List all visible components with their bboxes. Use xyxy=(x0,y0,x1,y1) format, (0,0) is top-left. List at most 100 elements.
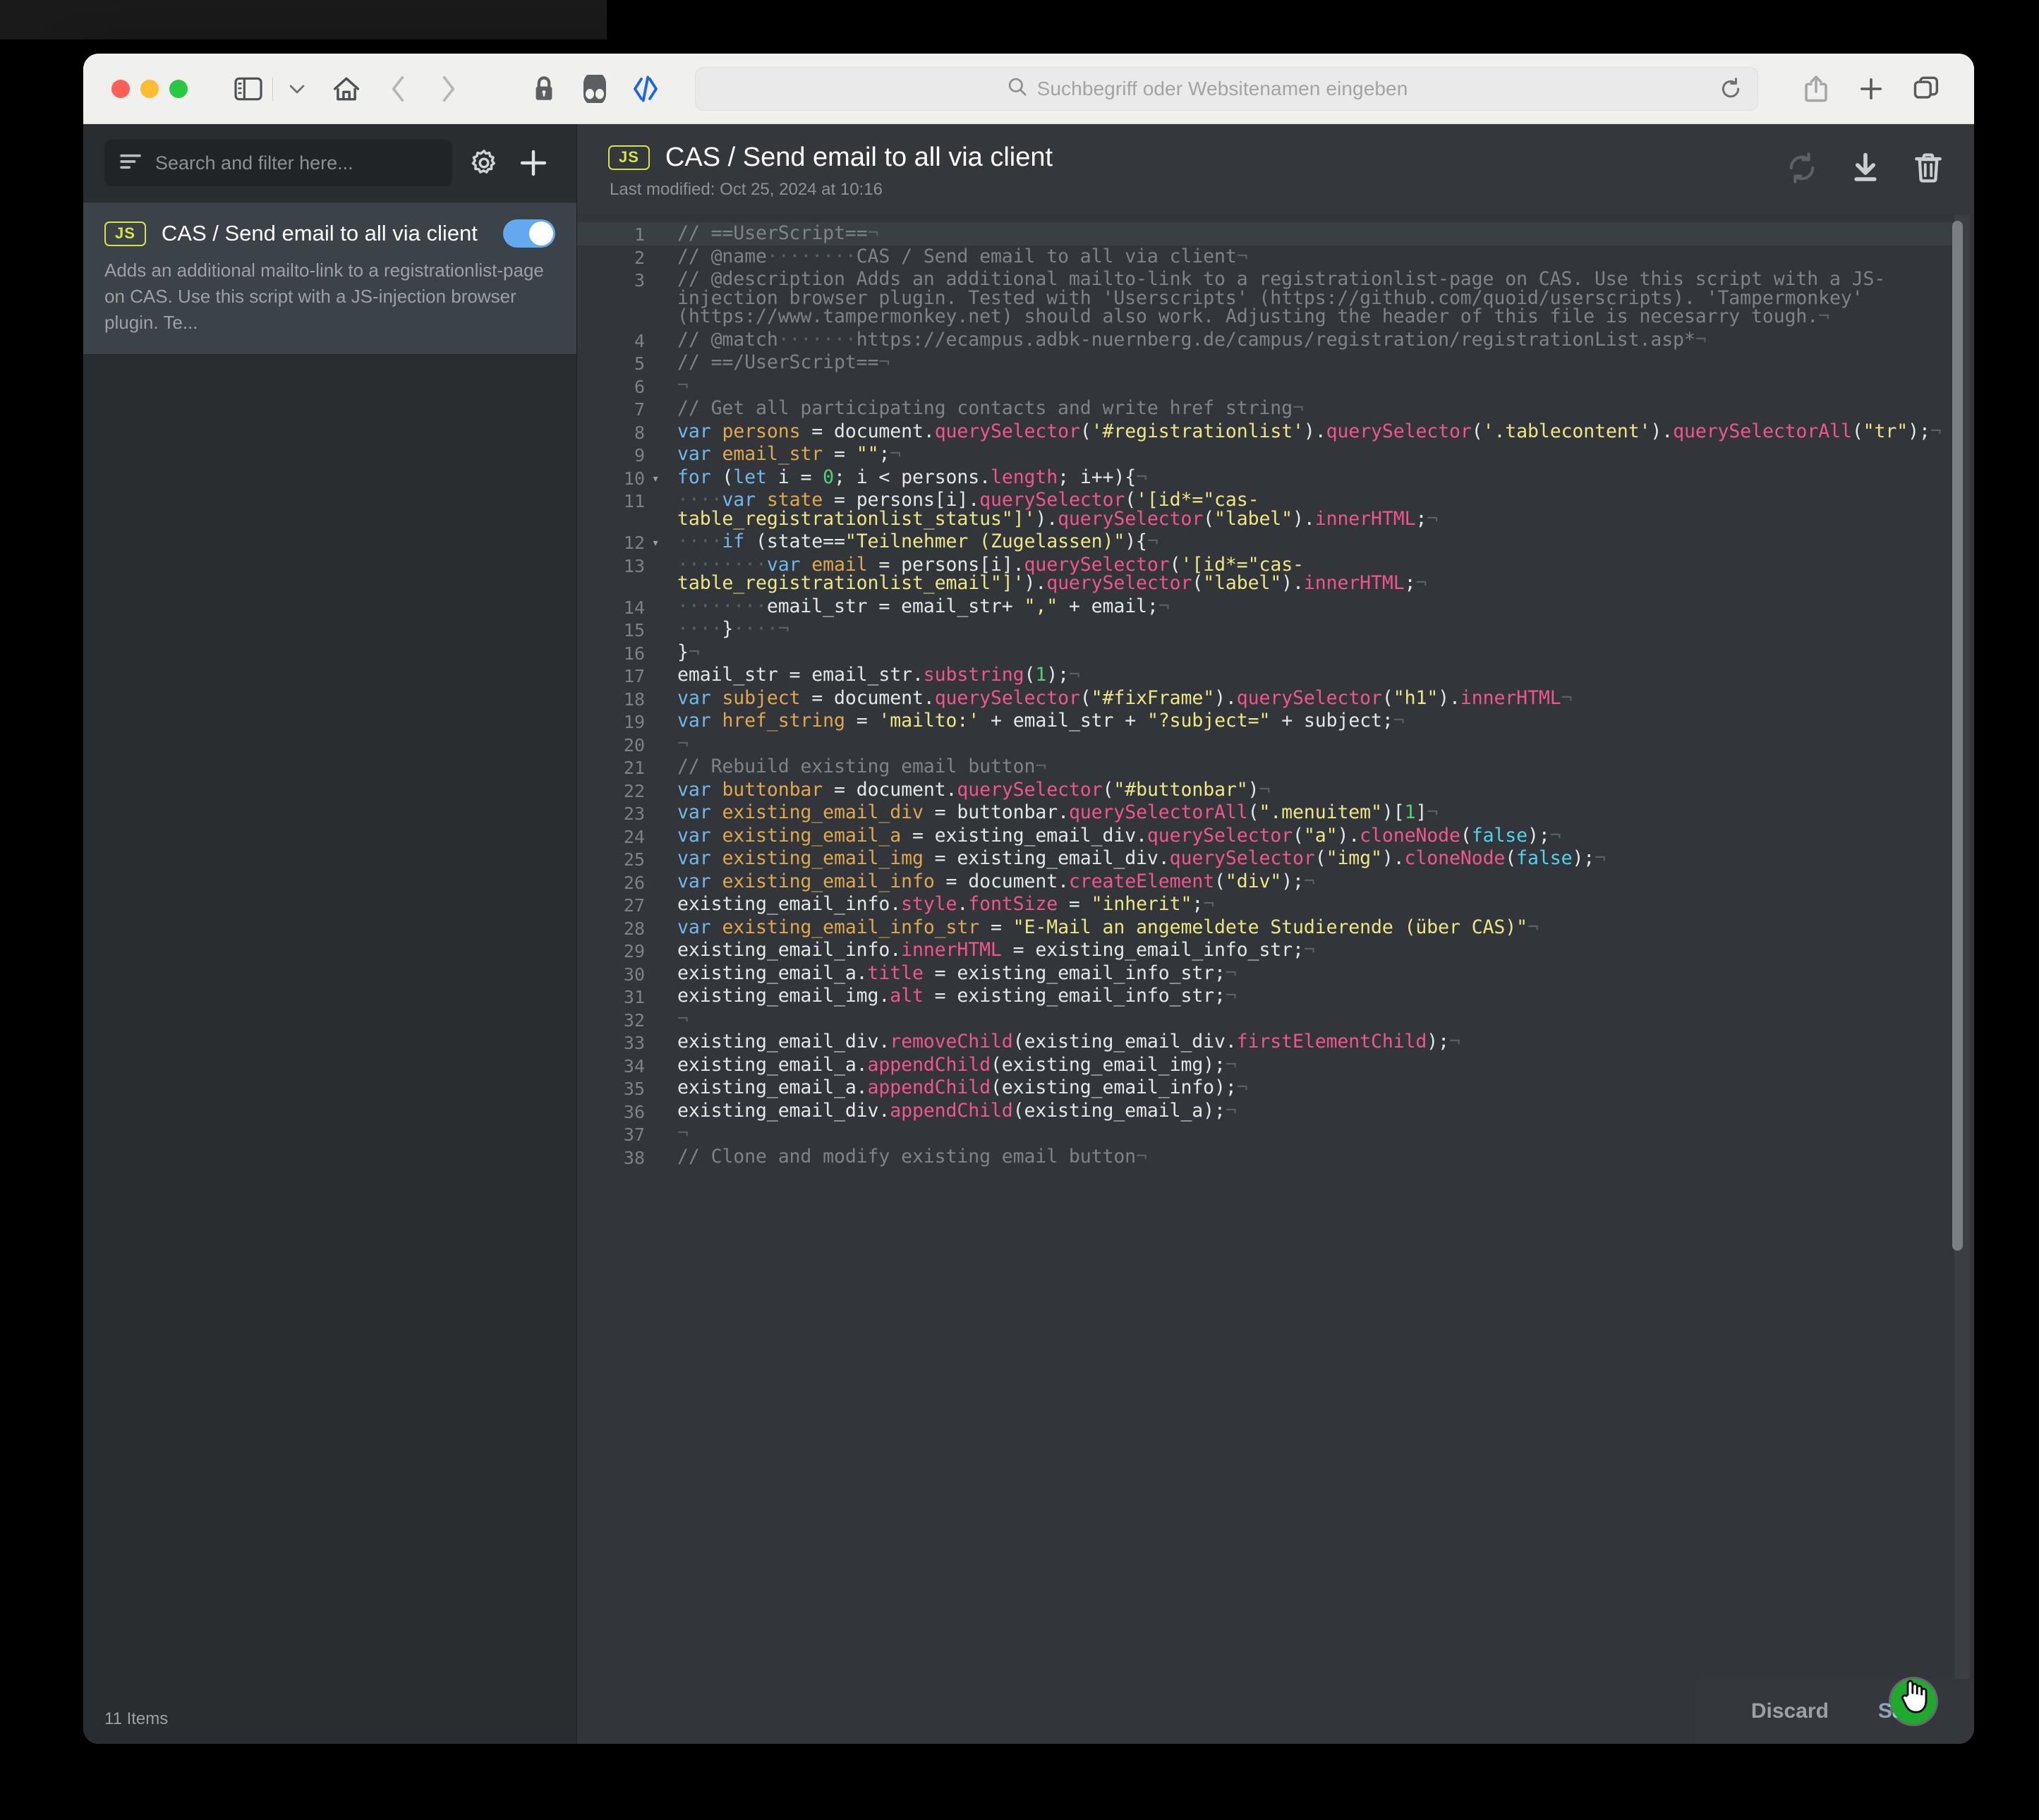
code-line-text: ····if (state=="Teilnehmer (Zugelassen)"… xyxy=(666,530,1954,554)
code-token: querySelectorAll xyxy=(1673,420,1852,442)
code-token: let xyxy=(733,466,767,488)
add-script-button[interactable] xyxy=(516,145,551,181)
line-number: 24 xyxy=(623,826,645,847)
extension-icon[interactable] xyxy=(575,69,615,109)
code-line-text: var existing_email_info_str = "E-Mail an… xyxy=(666,916,1954,940)
list-item[interactable]: JS CAS / Send email to all via client Ad… xyxy=(83,202,576,355)
code-token: email_str xyxy=(722,443,823,465)
code-line[interactable]: 15 ····}····¬ xyxy=(577,618,1954,641)
code-token: // ==/UserScript== xyxy=(677,351,879,373)
code-token: ( xyxy=(1102,778,1114,801)
code-token: existing_email_info_str xyxy=(722,916,980,938)
editor-scrollbar-thumb[interactable] xyxy=(1952,221,1963,1251)
code-line[interactable]: 1 // ==UserScript==¬ xyxy=(577,222,1954,245)
minimize-window-button[interactable] xyxy=(140,79,159,98)
code-editor[interactable]: 1// ==UserScript==¬ 2// @name········CAS … xyxy=(577,215,1954,1744)
code-token: ){ xyxy=(1125,530,1147,552)
gear-icon[interactable] xyxy=(466,145,502,181)
code-token: = existing_email_info_str; xyxy=(1001,939,1304,961)
share-icon[interactable] xyxy=(1796,69,1836,109)
code-line[interactable]: 6 ¬ xyxy=(577,375,1954,398)
code-line[interactable]: 8 var persons = document.querySelector('#… xyxy=(577,420,1954,444)
zoom-window-button[interactable] xyxy=(169,79,188,98)
plus-icon[interactable] xyxy=(1851,69,1891,109)
code-line[interactable]: 23 var existing_email_div = buttonbar.que… xyxy=(577,801,1954,825)
code-line[interactable]: 29 existing_email_info.innerHTML = existi… xyxy=(577,939,1954,962)
code-line[interactable]: 12 ▾ ····if (state=="Teilnehmer (Zugelasse… xyxy=(577,530,1954,554)
home-icon[interactable] xyxy=(327,69,366,109)
code-line[interactable]: 14 ········email_str = email_str+ "," + e… xyxy=(577,595,1954,619)
code-line[interactable]: 16}¬ xyxy=(577,641,1954,665)
lock-icon[interactable] xyxy=(524,69,564,109)
code-line[interactable]: 11 ····var state = persons[i].querySelect… xyxy=(577,489,1954,530)
address-bar-content: Suchbegriff oder Websitenamen eingeben xyxy=(696,77,1719,100)
code-token: existing_email_img xyxy=(722,847,924,869)
code-token: 'mailto:' xyxy=(878,710,980,732)
download-icon[interactable] xyxy=(1850,152,1881,187)
code-line[interactable]: 7 // Get all participating contacts and w… xyxy=(577,397,1954,420)
code-line[interactable]: 3 // @description Adds an additional mail… xyxy=(577,268,1954,329)
fold-arrow-icon[interactable]: ▾ xyxy=(645,530,666,550)
script-enabled-toggle[interactable] xyxy=(503,219,555,248)
content-pane: JS CAS / Send email to all via client La… xyxy=(577,124,1974,1744)
code-line[interactable]: 24 var existing_email_a = existing_email_… xyxy=(577,825,1954,848)
desktop-background xyxy=(0,0,607,40)
code-line[interactable]: 21 // Rebuild existing email button¬ xyxy=(577,756,1954,779)
code-line[interactable]: 10 ▾ for (let i = 0; i < persons.length; i… xyxy=(577,466,1954,490)
sync-icon[interactable] xyxy=(1786,152,1817,187)
code-line[interactable]: 19 var href_string = 'mailto:' + email_st… xyxy=(577,710,1954,733)
code-line[interactable]: 22 var buttonbar = document.querySelector… xyxy=(577,779,1954,802)
code-line[interactable]: 31 existing_email_img.alt = existing_emai… xyxy=(577,985,1954,1008)
line-number: 26 xyxy=(623,872,645,893)
fold-arrow-icon[interactable]: ▾ xyxy=(645,466,666,485)
code-line[interactable]: 38 // Clone and modify existing email but… xyxy=(577,1146,1954,1169)
code-token: "" xyxy=(856,443,879,465)
code-line[interactable]: 27 existing_email_info.style.fontSize = "… xyxy=(577,893,1954,916)
code-token: "h1" xyxy=(1393,686,1439,709)
reload-icon[interactable] xyxy=(1719,77,1742,100)
code-line[interactable]: 36 existing_email_div.appendChild(existin… xyxy=(577,1100,1954,1123)
code-line[interactable]: 9 var email_str = "";¬ xyxy=(577,443,1954,466)
code-icon[interactable] xyxy=(626,69,665,109)
search-input[interactable]: Search and filter here... xyxy=(104,140,452,186)
code-line[interactable]: 26 var existing_email_info = document.cre… xyxy=(577,870,1954,894)
discard-button[interactable]: Discard xyxy=(1751,1699,1829,1723)
chevron-down-icon[interactable] xyxy=(277,69,317,109)
code-line[interactable]: 32 ¬ xyxy=(577,1008,1954,1031)
code-line[interactable]: 18 var subject = document.querySelector("… xyxy=(577,687,1954,710)
sidebar-icon[interactable] xyxy=(229,69,268,109)
code-line[interactable]: 20 ¬ xyxy=(577,733,1954,756)
code-line[interactable]: 4 // @match·······https://ecampus.adbk-nu… xyxy=(577,329,1954,352)
code-line[interactable]: 28 var existing_email_info_str = "E-Mail … xyxy=(577,916,1954,940)
code-line[interactable]: 33 existing_email_div.removeChild(existin… xyxy=(577,1031,1954,1054)
code-line[interactable]: 25 var existing_email_img = existing_emai… xyxy=(577,847,1954,870)
close-window-button[interactable] xyxy=(111,79,130,98)
code-line[interactable]: 30 existing_email_a.title = existing_emai… xyxy=(577,962,1954,985)
code-line[interactable]: 17 email_str = email_str.substring(1);¬ xyxy=(577,664,1954,687)
code-token: ···· xyxy=(677,530,722,552)
code-token: // Get all participating contacts and wr… xyxy=(677,397,1293,419)
code-token: email_str = email_str+ xyxy=(766,595,1024,617)
code-token: // @description Adds an additional mailt… xyxy=(677,268,1886,327)
code-line[interactable]: 34 existing_email_a.appendChild(existing_… xyxy=(577,1054,1954,1077)
tab-overview-icon[interactable] xyxy=(1906,69,1946,109)
code-token: ¬ xyxy=(1393,710,1405,732)
code-line[interactable]: 35 existing_email_a.appendChild(existing_… xyxy=(577,1076,1954,1100)
code-line[interactable]: 37 ¬ xyxy=(577,1122,1954,1146)
code-line[interactable]: 2 // @name········CAS / Send email to all… xyxy=(577,245,1954,269)
code-token: ] xyxy=(1415,801,1427,823)
back-icon[interactable] xyxy=(379,69,418,109)
forward-icon[interactable] xyxy=(428,69,468,109)
trash-icon[interactable] xyxy=(1913,152,1943,187)
code-line[interactable]: 13 ········var email = persons[i].querySe… xyxy=(577,554,1954,595)
code-token: querySelector xyxy=(1058,507,1204,530)
editor-scrollbar[interactable] xyxy=(1952,215,1970,1744)
address-bar[interactable]: Suchbegriff oder Websitenamen eingeben xyxy=(695,66,1758,111)
code-line[interactable]: 5 // ==/UserScript==¬ xyxy=(577,351,1954,375)
